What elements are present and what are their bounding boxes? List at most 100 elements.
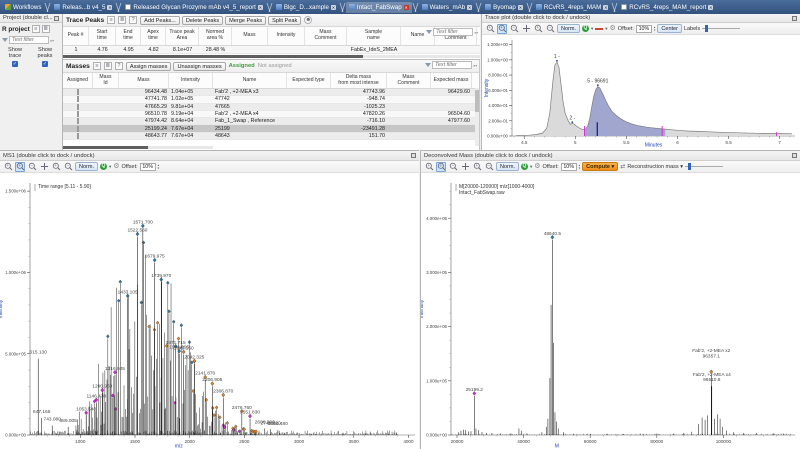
column-header-peak[interactable]: Peak #	[63, 27, 89, 45]
deconvolved-header[interactable]: Deconvolved Mass (double click to dock /…	[421, 151, 800, 161]
grid-icon[interactable]: ≣	[103, 62, 112, 70]
assigned-checkbox[interactable]	[77, 111, 79, 118]
assigned-checkbox[interactable]	[77, 132, 79, 139]
delete-peaks-button[interactable]: Delete Peaks	[181, 15, 224, 25]
trace-plot-chart[interactable]: 4.5 5 5.5 6 6.5 7 0.000e+00 2.000e-01 4.000e-01 6…	[482, 35, 800, 149]
zoom-in-icon[interactable]: +	[3, 162, 13, 172]
zoom-x-icon[interactable]: +	[533, 24, 543, 34]
offset-spinner[interactable]: ▴ ▾	[158, 163, 160, 169]
assigned-checkbox[interactable]	[77, 118, 79, 125]
column-header-intensity[interactable]: Intensity	[268, 27, 305, 45]
assign-masses-button[interactable]: Assign masses	[125, 61, 172, 71]
table-row[interactable]: 47665.29 9.81e+04 47665 -1025.23	[63, 103, 479, 111]
grid-icon[interactable]: ≣	[118, 16, 127, 24]
zoom-out-icon[interactable]: −	[448, 162, 458, 172]
offset-spinner[interactable]: ▴ ▾	[654, 25, 656, 31]
add-peaks-button[interactable]: Add Peaks...	[140, 15, 180, 25]
column-header-intensity[interactable]: Intensity	[169, 73, 213, 88]
column-header-expected-type[interactable]: Expected type	[287, 73, 331, 88]
column-header-expected-mass[interactable]: Expected mass	[431, 73, 472, 88]
trace-plot-header[interactable]: Trace plot (double click to dock / undoc…	[482, 14, 800, 23]
column-header-delta-mass-from-most-intense[interactable]: Delta mass from most intense	[331, 73, 387, 88]
close-icon[interactable]: ✕	[517, 4, 523, 10]
zoom-y-icon[interactable]: −	[545, 24, 555, 34]
zoom-region-icon[interactable]: +	[436, 161, 446, 172]
show-trace-checkbox[interactable]: ✓	[12, 61, 18, 68]
column-header-mass-comment[interactable]: Mass Comment	[305, 27, 347, 45]
pan-icon[interactable]	[460, 162, 470, 172]
reconstruction-mass-dropdown[interactable]: Reconstruction mass ▾	[627, 164, 683, 170]
table-row[interactable]: 47974.42 8.64e+04 Fab_1_Swap , Reference -7…	[63, 118, 479, 126]
tab-intact-fabswap[interactable]: Intact_FabSwap ✕	[345, 1, 412, 13]
table-row[interactable]: 96434.48 1.04e+05 Fab'2 , +2-MEA x3 47743.9…	[63, 89, 479, 97]
v-scrollbar[interactable]	[475, 88, 479, 146]
ms1-header[interactable]: MS1 (double click to dock / undock)	[0, 151, 419, 161]
column-header-apex-time[interactable]: Apex time	[141, 27, 166, 45]
user-icon[interactable]: ☻	[304, 16, 313, 24]
unassign-masses-button[interactable]: Unassign masses	[173, 61, 226, 71]
close-icon[interactable]: ✕	[403, 4, 409, 10]
help-icon[interactable]: ?	[129, 16, 138, 24]
assigned-checkbox[interactable]	[77, 103, 79, 110]
zoom-region-icon[interactable]: +	[497, 23, 507, 34]
zoom-region-icon[interactable]: +	[15, 161, 25, 172]
column-header-start-time[interactable]: Start time	[89, 27, 116, 45]
table-row[interactable]: 96510.78 9.19e+04 Fab'2 , +2-MEA x4 47820.2…	[63, 110, 479, 119]
center-button[interactable]: Center	[657, 24, 682, 33]
column-header-assigned[interactable]: Assigned	[63, 73, 93, 88]
table-row[interactable]: 1 4.76 4.95 4.82 8.1e+07 28.48 % FabEx_IdeS_2M…	[63, 46, 480, 54]
not-assigned-filter-link[interactable]: Not assigned	[258, 63, 292, 69]
close-icon[interactable]: ✕	[107, 4, 113, 10]
search-icon[interactable]: ⌕▾	[50, 38, 54, 43]
tab-released-glycan-prozyme-mab-v4-5-report[interactable]: Released Glycan Prozyme mAb v4_5_report ✕	[122, 2, 265, 13]
zoom-y-icon[interactable]: −	[484, 162, 494, 172]
tab-rcvrs-4reps-mam[interactable]: RCvRS_4reps_MAM ✕	[533, 2, 611, 13]
list-icon[interactable]: ≡	[31, 25, 40, 33]
zoom-out-icon[interactable]: −	[509, 24, 519, 34]
gear-icon[interactable]: ⚙	[534, 162, 540, 171]
search-icon[interactable]: ⌕▾	[474, 30, 478, 35]
quality-icon[interactable]: Q	[581, 25, 589, 32]
gear-icon[interactable]: ⚙	[610, 24, 616, 33]
column-header-trace-peak-area[interactable]: Trace peak Area	[166, 27, 199, 45]
offset-value[interactable]: 10%	[560, 162, 577, 171]
zoom-out-icon[interactable]: −	[27, 162, 37, 172]
assigned-filter-link[interactable]: Assigned	[229, 63, 255, 69]
column-header-mass[interactable]: Mass	[232, 27, 268, 45]
assigned-checkbox[interactable]	[77, 89, 79, 96]
column-header-end-time[interactable]: End time	[116, 27, 141, 45]
offset-spinner[interactable]: ▴ ▾	[579, 163, 581, 169]
offset-value[interactable]: 10%	[635, 24, 652, 33]
pin-icon[interactable]	[792, 153, 797, 158]
tab-workflows[interactable]: Workflows	[2, 2, 44, 13]
chevron-down-icon[interactable]: ▾	[591, 26, 593, 32]
close-icon[interactable]: ✕	[708, 4, 714, 10]
show-peaks-checkbox[interactable]: ✓	[42, 61, 48, 68]
help-icon[interactable]: ?	[114, 62, 123, 70]
zoom-in-icon[interactable]: +	[424, 162, 434, 172]
close-icon[interactable]: ✕	[257, 4, 263, 10]
norm-button[interactable]: Norm.	[557, 24, 580, 33]
labels-slider[interactable]	[702, 25, 741, 32]
tab-releas-b-v4-5[interactable]: Releas...b v4_5 ✕	[51, 2, 115, 13]
assigned-checkbox[interactable]	[77, 125, 79, 132]
search-icon[interactable]: ⌕▾	[473, 63, 477, 68]
column-header-name[interactable]: Name	[213, 73, 287, 88]
pin-icon[interactable]	[411, 153, 416, 158]
h-scrollbar[interactable]	[63, 55, 480, 58]
deconvolved-chart[interactable]: 20000 40000 60000 80000 100000 0.000e+00 1.000…	[419, 173, 800, 449]
merge-peaks-button[interactable]: Merge Peaks	[225, 15, 267, 25]
pin-icon[interactable]	[54, 15, 59, 21]
column-header-normed-area[interactable]: Normed area %	[199, 27, 232, 45]
list-icon[interactable]: ≡	[107, 16, 116, 24]
ms1-chart[interactable]: 1000 1500 2000 2500 3000 3500 4000 0.000e+00 5.0…	[0, 173, 419, 449]
close-icon[interactable]: ✕	[603, 4, 609, 10]
quality-icon[interactable]: Q	[99, 163, 107, 170]
assigned-checkbox[interactable]	[77, 96, 79, 103]
chevron-down-icon[interactable]: ▾	[530, 164, 532, 170]
norm-button[interactable]: Norm.	[496, 162, 519, 171]
grid-icon[interactable]: ≣	[41, 25, 50, 33]
close-icon[interactable]: ✕	[330, 4, 336, 10]
table-row[interactable]: 25199.24 7.67e+04 25199 -23491.28	[63, 125, 479, 133]
norm-button[interactable]: Norm.	[75, 162, 98, 171]
